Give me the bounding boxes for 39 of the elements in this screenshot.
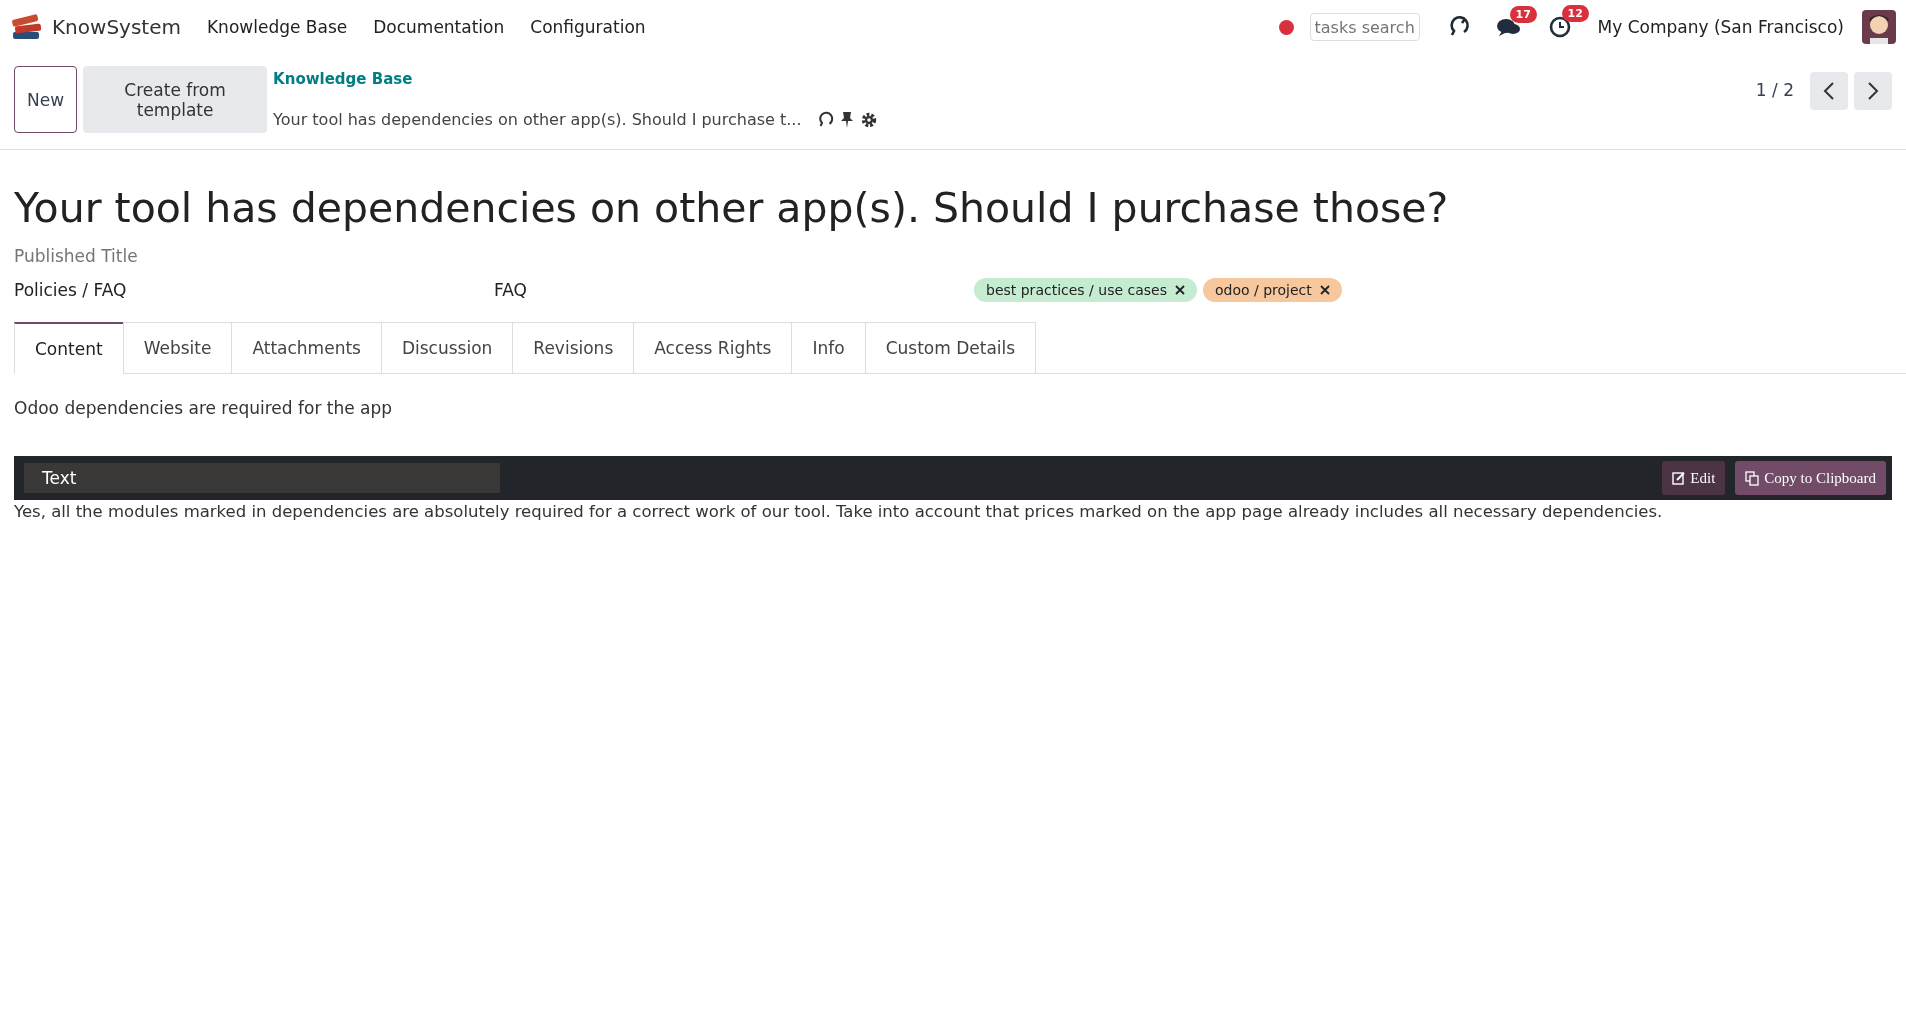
next-button[interactable] bbox=[1854, 72, 1892, 110]
breadcrumb-link[interactable]: Knowledge Base bbox=[273, 70, 878, 88]
settings-icon[interactable] bbox=[859, 110, 878, 129]
messages-badge: 17 bbox=[1509, 6, 1537, 23]
edit-button[interactable]: Edit bbox=[1662, 461, 1726, 495]
close-icon[interactable] bbox=[1174, 285, 1185, 295]
answer-text: Yes, all the modules marked in dependencies are absolutely required for a correct work of our tool. Take into account that prices marked on the app page already includes all necessary dependencies. bbox=[14, 502, 1664, 521]
menu-item[interactable]: Documentation bbox=[373, 17, 505, 37]
tag[interactable]: odoo / project bbox=[1202, 278, 1342, 302]
app-name[interactable]: KnowSystem bbox=[52, 15, 181, 39]
copy-button[interactable]: Copy to Clipboard bbox=[1735, 461, 1886, 495]
avatar-icon[interactable] bbox=[1862, 10, 1896, 44]
article-title[interactable]: Your tool has dependencies on other app(s). Should I purchase those? bbox=[14, 184, 1892, 232]
clock-icon[interactable] bbox=[1547, 15, 1572, 39]
chat-icon[interactable] bbox=[1495, 16, 1522, 38]
menu-item[interactable]: Knowledge Base bbox=[206, 17, 348, 37]
tab[interactable]: Custom Details bbox=[864, 322, 1037, 373]
recording-dot-icon[interactable] bbox=[1278, 19, 1294, 35]
edit-icon bbox=[1672, 471, 1687, 485]
books-logo-icon bbox=[10, 12, 44, 42]
company-switcher[interactable]: My Company (San Francisco) bbox=[1597, 17, 1844, 37]
toolbar-button[interactable]: Create from template bbox=[83, 66, 268, 133]
tasks-search-field[interactable]: tasks search bbox=[1309, 13, 1420, 41]
toolbar-button[interactable]: New bbox=[14, 66, 78, 133]
pager-value: 1 / 2 bbox=[1755, 80, 1794, 100]
chevron-left-icon bbox=[1823, 81, 1835, 101]
activities-badge: 12 bbox=[1561, 5, 1589, 22]
section-field[interactable]: Policies / FAQ bbox=[14, 280, 494, 300]
type-field[interactable]: FAQ bbox=[494, 280, 974, 300]
description-text: Odoo dependencies are required for the app bbox=[14, 398, 394, 418]
tab[interactable]: Content bbox=[14, 322, 124, 374]
format-select[interactable]: Text bbox=[24, 463, 500, 493]
chevron-right-icon bbox=[1867, 81, 1879, 101]
previous-button[interactable] bbox=[1810, 72, 1848, 110]
close-icon[interactable] bbox=[1319, 285, 1330, 295]
record-name: Your tool has dependencies on other app(s). Should I purchase t... bbox=[273, 110, 802, 129]
menu-item[interactable]: Configuration bbox=[530, 17, 646, 37]
tag[interactable]: best practices / use cases bbox=[974, 278, 1197, 302]
copy-icon bbox=[1745, 470, 1761, 486]
